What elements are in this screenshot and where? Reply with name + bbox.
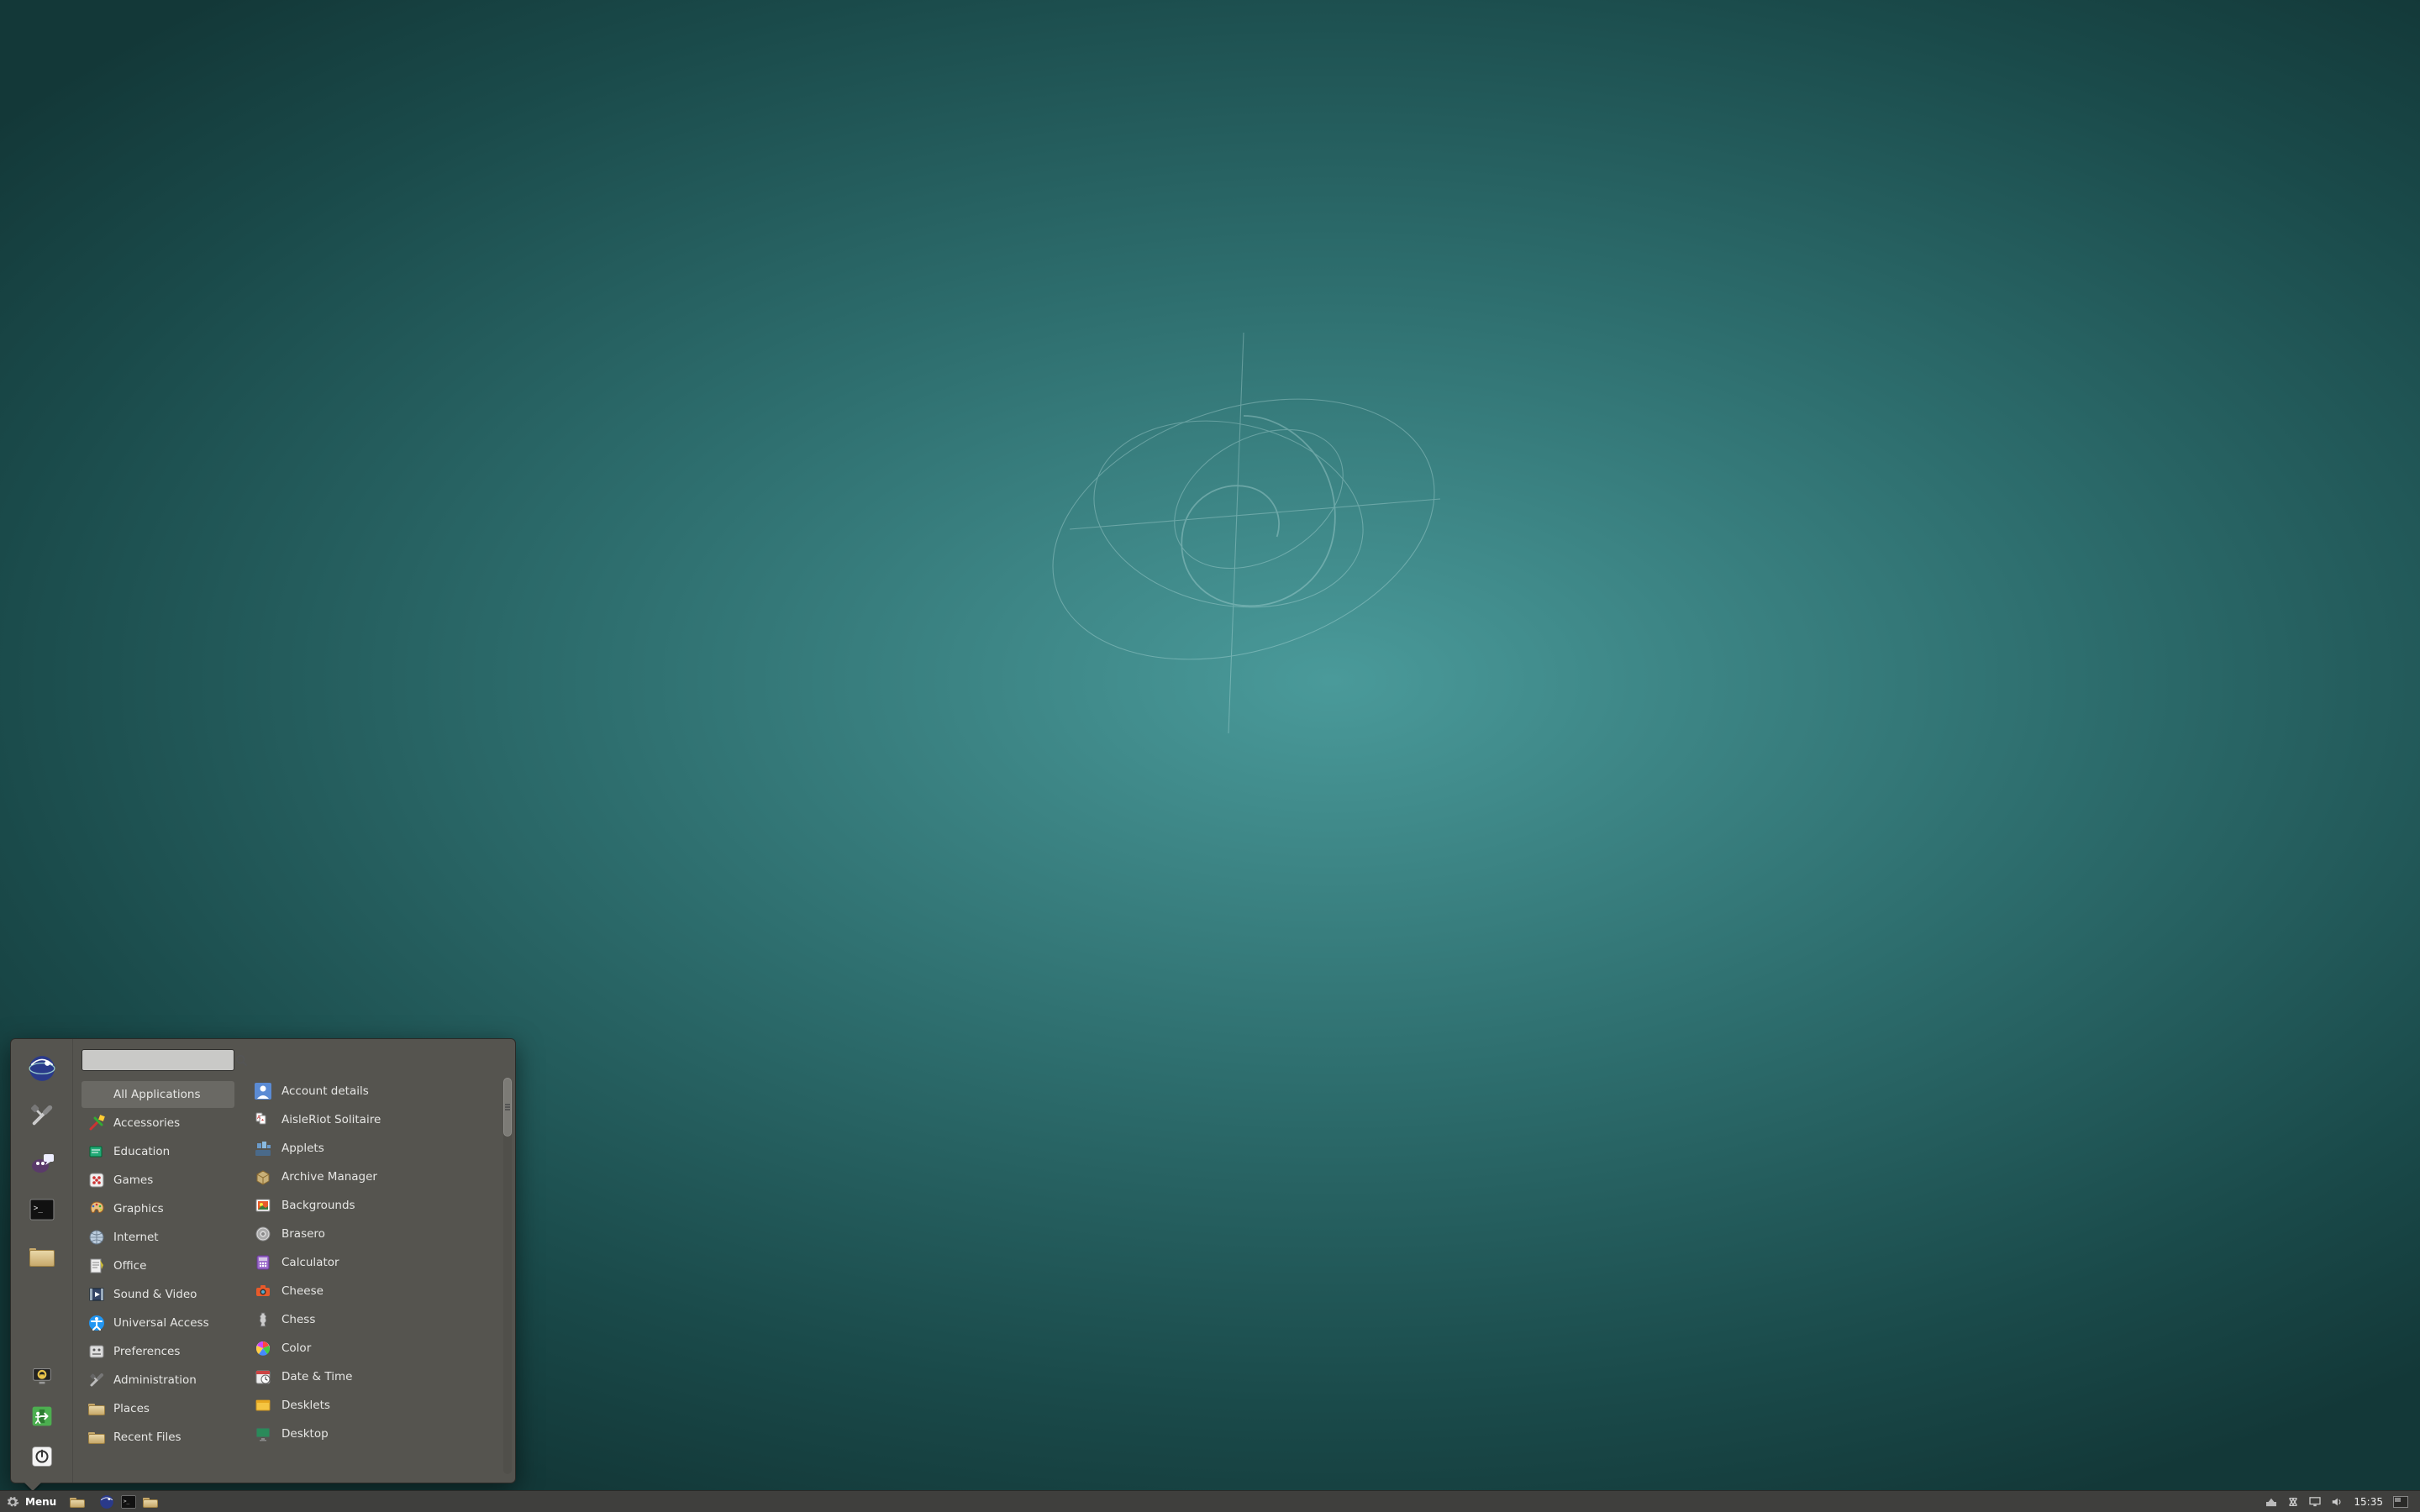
menu-button-label: Menu [25,1496,56,1508]
category-recent-files[interactable]: Recent Files [82,1424,234,1451]
application-menu: >_ All Applications Accessories Educatio… [10,1038,516,1483]
cheese-icon [255,1283,271,1299]
session-lock-screen[interactable] [28,1362,56,1390]
categories-column: All Applications Accessories Education G… [73,1039,241,1483]
app-account-details[interactable]: Account details [248,1078,512,1105]
app-backgrounds[interactable]: Backgrounds [248,1192,512,1219]
app-archive-manager[interactable]: Archive Manager [248,1163,512,1190]
sound-video-icon [88,1286,105,1303]
launcher-web-browser[interactable] [98,1494,115,1510]
taskbar-launchers: >_ [90,1494,162,1510]
favorite-web-browser[interactable] [24,1051,60,1086]
favorite-terminal[interactable]: >_ [24,1192,60,1227]
show-desktop-button[interactable] [68,1494,87,1509]
app-desklets[interactable]: Desklets [248,1392,512,1419]
favorite-system-settings[interactable] [24,1098,60,1133]
favorite-messenger[interactable] [24,1145,60,1180]
applications-scrollbar[interactable] [503,1078,512,1474]
app-date-time[interactable]: Date & Time [248,1363,512,1390]
taskbar: Menu >_ 15:35 [0,1490,2420,1512]
category-all-applications[interactable]: All Applications [82,1081,234,1108]
app-chess[interactable]: Chess [248,1306,512,1333]
scrollbar-thumb[interactable] [503,1078,512,1137]
administration-icon [88,1372,105,1389]
archive-manager-icon [255,1168,271,1185]
favorite-file-manager[interactable] [24,1239,60,1274]
category-games[interactable]: Games [82,1167,234,1194]
menu-search[interactable] [82,1049,234,1071]
session-shutdown[interactable] [28,1442,56,1471]
app-color[interactable]: Color [248,1335,512,1362]
applications-list: Account details AAisleRiot Solitaire App… [248,1078,512,1476]
places-icon [88,1400,105,1417]
category-sound-video[interactable]: Sound & Video [82,1281,234,1308]
svg-text:>_: >_ [124,1499,130,1504]
debian-swirl-wallpaper [1017,302,1470,756]
color-icon [255,1340,271,1357]
favorites-column: >_ [11,1039,73,1483]
solitaire-icon: A [255,1111,271,1128]
category-administration[interactable]: Administration [82,1367,234,1394]
launcher-file-manager[interactable] [142,1494,159,1510]
office-icon [88,1257,105,1274]
category-accessories[interactable]: Accessories [82,1110,234,1137]
taskbar-clock[interactable]: 15:35 [2352,1496,2385,1508]
recent-files-icon [88,1429,105,1446]
tray-removable-drives-icon[interactable] [2265,1495,2278,1509]
applications-column: Account details AAisleRiot Solitaire App… [241,1039,515,1483]
chess-icon [255,1311,271,1328]
games-icon [88,1172,105,1189]
launcher-terminal[interactable]: >_ [120,1494,137,1510]
menu-button[interactable]: Menu [0,1491,65,1512]
category-education[interactable]: Education [82,1138,234,1165]
calculator-icon [255,1254,271,1271]
all-apps-icon [88,1086,105,1103]
universal-access-icon [88,1315,105,1331]
date-time-icon [255,1368,271,1385]
category-preferences[interactable]: Preferences [82,1338,234,1365]
graphics-icon [88,1200,105,1217]
brasero-icon [255,1226,271,1242]
category-office[interactable]: Office [82,1252,234,1279]
tray-volume-icon[interactable] [2330,1495,2344,1509]
app-brasero[interactable]: Brasero [248,1221,512,1247]
app-cheese[interactable]: Cheese [248,1278,512,1305]
category-list: All Applications Accessories Education G… [82,1081,234,1451]
category-universal-access[interactable]: Universal Access [82,1310,234,1336]
accessories-icon [88,1115,105,1131]
education-icon [88,1143,105,1160]
applets-icon [255,1140,271,1157]
system-tray: 15:35 [2258,1495,2420,1509]
backgrounds-icon [255,1197,271,1214]
tray-network-icon[interactable] [2286,1495,2300,1509]
session-logout[interactable] [28,1402,56,1431]
menu-cog-icon [5,1494,20,1509]
category-internet[interactable]: Internet [82,1224,234,1251]
desklets-icon [255,1397,271,1414]
account-details-icon [255,1083,271,1100]
menu-search-input[interactable] [87,1054,235,1067]
app-aisleriot-solitaire[interactable]: AAisleRiot Solitaire [248,1106,512,1133]
category-places[interactable]: Places [82,1395,234,1422]
category-graphics[interactable]: Graphics [82,1195,234,1222]
app-desktop[interactable]: Desktop [248,1420,512,1447]
desktop-icon [255,1425,271,1442]
tray-display-icon[interactable] [2308,1495,2322,1509]
preferences-icon [88,1343,105,1360]
internet-icon [88,1229,105,1246]
workspace-switcher[interactable] [2393,1496,2408,1508]
svg-text:>_: >_ [33,1204,43,1213]
app-applets[interactable]: Applets [248,1135,512,1162]
app-calculator[interactable]: Calculator [248,1249,512,1276]
